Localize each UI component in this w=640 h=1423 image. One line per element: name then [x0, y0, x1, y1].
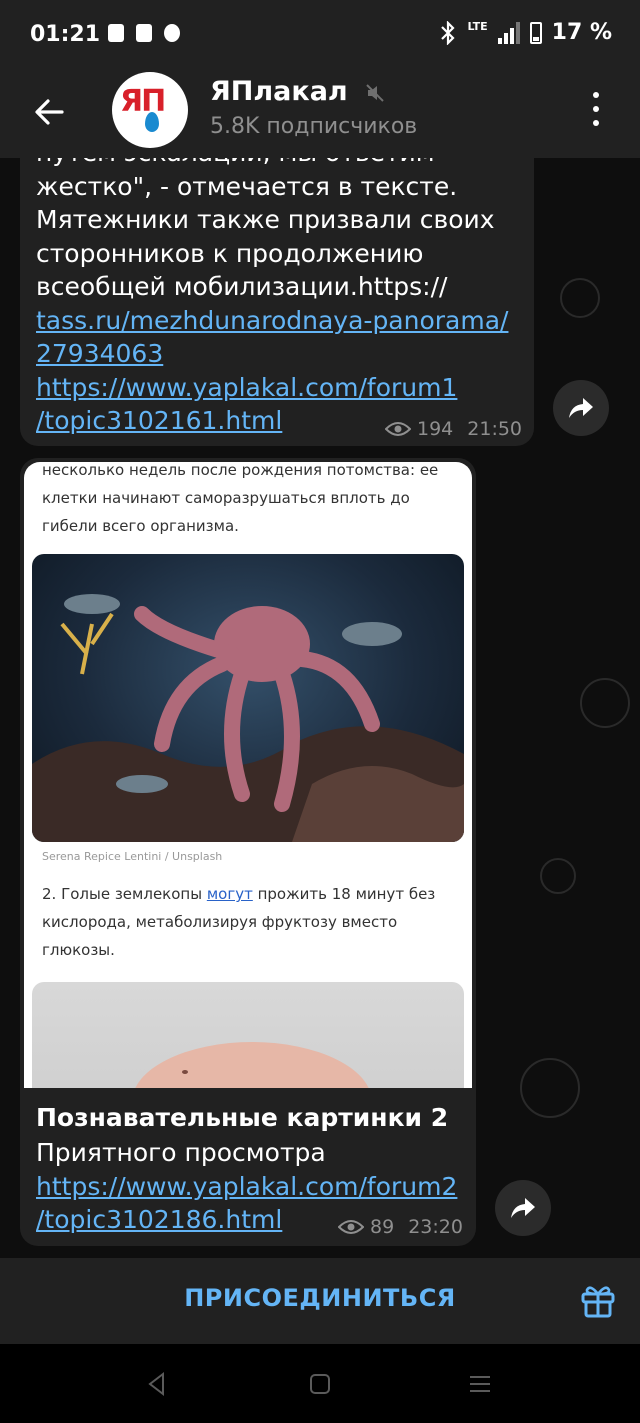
message-text: путем эскалации, мы ответим жестко", - о… [36, 158, 526, 438]
subscriber-count: 5.8K подписчиков [210, 114, 418, 139]
image-text: несколько недель после рождения потомств… [42, 462, 439, 535]
message-bubble[interactable]: несколько недель после рождения потомств… [20, 458, 476, 1246]
yaplakal-link[interactable]: https://www.yaplakal.com/forum2 [36, 1170, 476, 1204]
octopus-illustration [32, 594, 464, 842]
channel-avatar[interactable]: ЯП [112, 72, 188, 148]
text-line: Мятежники также призвали своих [36, 205, 495, 234]
alert-notification-icon [108, 24, 124, 42]
avatar-logo-text: ЯП [120, 84, 166, 119]
message-meta: 89 23:20 [338, 1216, 463, 1238]
text-line: жестко", - отмечается в тексте. [36, 171, 458, 201]
share-icon [511, 1198, 535, 1218]
channel-title-text: ЯПлакал [210, 76, 348, 107]
join-button[interactable]: ПРИСОЕДИНИТЬСЯ [0, 1284, 640, 1312]
share-icon [569, 398, 593, 418]
eye-icon [385, 422, 411, 436]
notification-icons [108, 24, 180, 42]
mole-rat-eye [182, 1070, 188, 1074]
tass-link[interactable]: tass.ru/mezhdunarodnaya-panorama/ [36, 304, 526, 338]
image-text-link: могут [206, 885, 253, 903]
image-notification-icon [136, 24, 152, 42]
message-time: 23:20 [408, 1216, 463, 1238]
more-vertical-icon[interactable] [588, 92, 604, 126]
signal-icon [497, 21, 520, 44]
yaplakal-link[interactable]: https://www.yaplakal.com/forum1 [36, 371, 526, 405]
bluetooth-icon [441, 20, 456, 45]
mute-icon [366, 83, 384, 102]
eye-icon [338, 1220, 364, 1234]
message-photo[interactable]: несколько недель после рождения потомств… [24, 462, 472, 1088]
system-indicators: LTE 17 % [439, 20, 612, 45]
text-line: сторонников к продолжению [36, 238, 424, 268]
nav-recents-icon[interactable] [467, 1371, 493, 1397]
status-time: 01:21 [30, 22, 101, 47]
text-line: путем эскалации, мы ответим [36, 158, 526, 170]
nav-back-icon[interactable] [144, 1371, 170, 1397]
tass-link[interactable]: 27934063 [36, 337, 526, 371]
message-meta: 194 21:50 [385, 418, 522, 440]
share-button[interactable] [553, 380, 609, 436]
octopus-image [32, 554, 464, 842]
battery-icon [529, 21, 542, 44]
view-count: 194 [417, 418, 454, 440]
image-text: 2. Голые землекопы могут прожить 18 мину… [42, 880, 462, 964]
mole-rat-body [132, 1042, 372, 1088]
naked-mole-rat-image [32, 982, 464, 1088]
doodle-decoration [540, 858, 576, 894]
image-text-part: 2. Голые землекопы [42, 885, 207, 903]
doodle-decoration [560, 278, 600, 318]
network-type: LTE [467, 20, 488, 33]
gift-icon[interactable] [578, 1280, 618, 1320]
doodle-decoration [580, 678, 630, 728]
doodle-decoration [520, 1058, 580, 1118]
view-count: 89 [370, 1216, 395, 1238]
status-bar: 01:21 LTE 17 % [0, 0, 640, 70]
chat-notification-icon [164, 24, 180, 42]
arrow-left-icon[interactable] [30, 92, 70, 132]
share-button[interactable] [495, 1180, 551, 1236]
nav-home-icon[interactable] [307, 1371, 333, 1397]
battery-level: 17 % [551, 20, 612, 45]
system-nav-bar [0, 1344, 640, 1423]
text-line: Приятного просмотра [36, 1138, 326, 1167]
image-credit: Serena Repice Lentini / Unsplash [42, 850, 223, 863]
chat-header: ЯП ЯПлакал 5.8K подписчиков [0, 70, 640, 158]
drop-icon [145, 112, 159, 132]
message-time: 21:50 [467, 418, 523, 440]
post-title: Познавательные картинки 2 [36, 1103, 449, 1132]
message-bubble[interactable]: путем эскалации, мы ответим жестко", - о… [20, 158, 534, 446]
channel-title[interactable]: ЯПлакал [210, 76, 385, 107]
chat-area[interactable]: путем эскалации, мы ответим жестко", - о… [0, 158, 640, 1258]
join-bar: ПРИСОЕДИНИТЬСЯ [0, 1258, 640, 1344]
text-line: всеобщей мобилизации.https:// [36, 272, 448, 301]
